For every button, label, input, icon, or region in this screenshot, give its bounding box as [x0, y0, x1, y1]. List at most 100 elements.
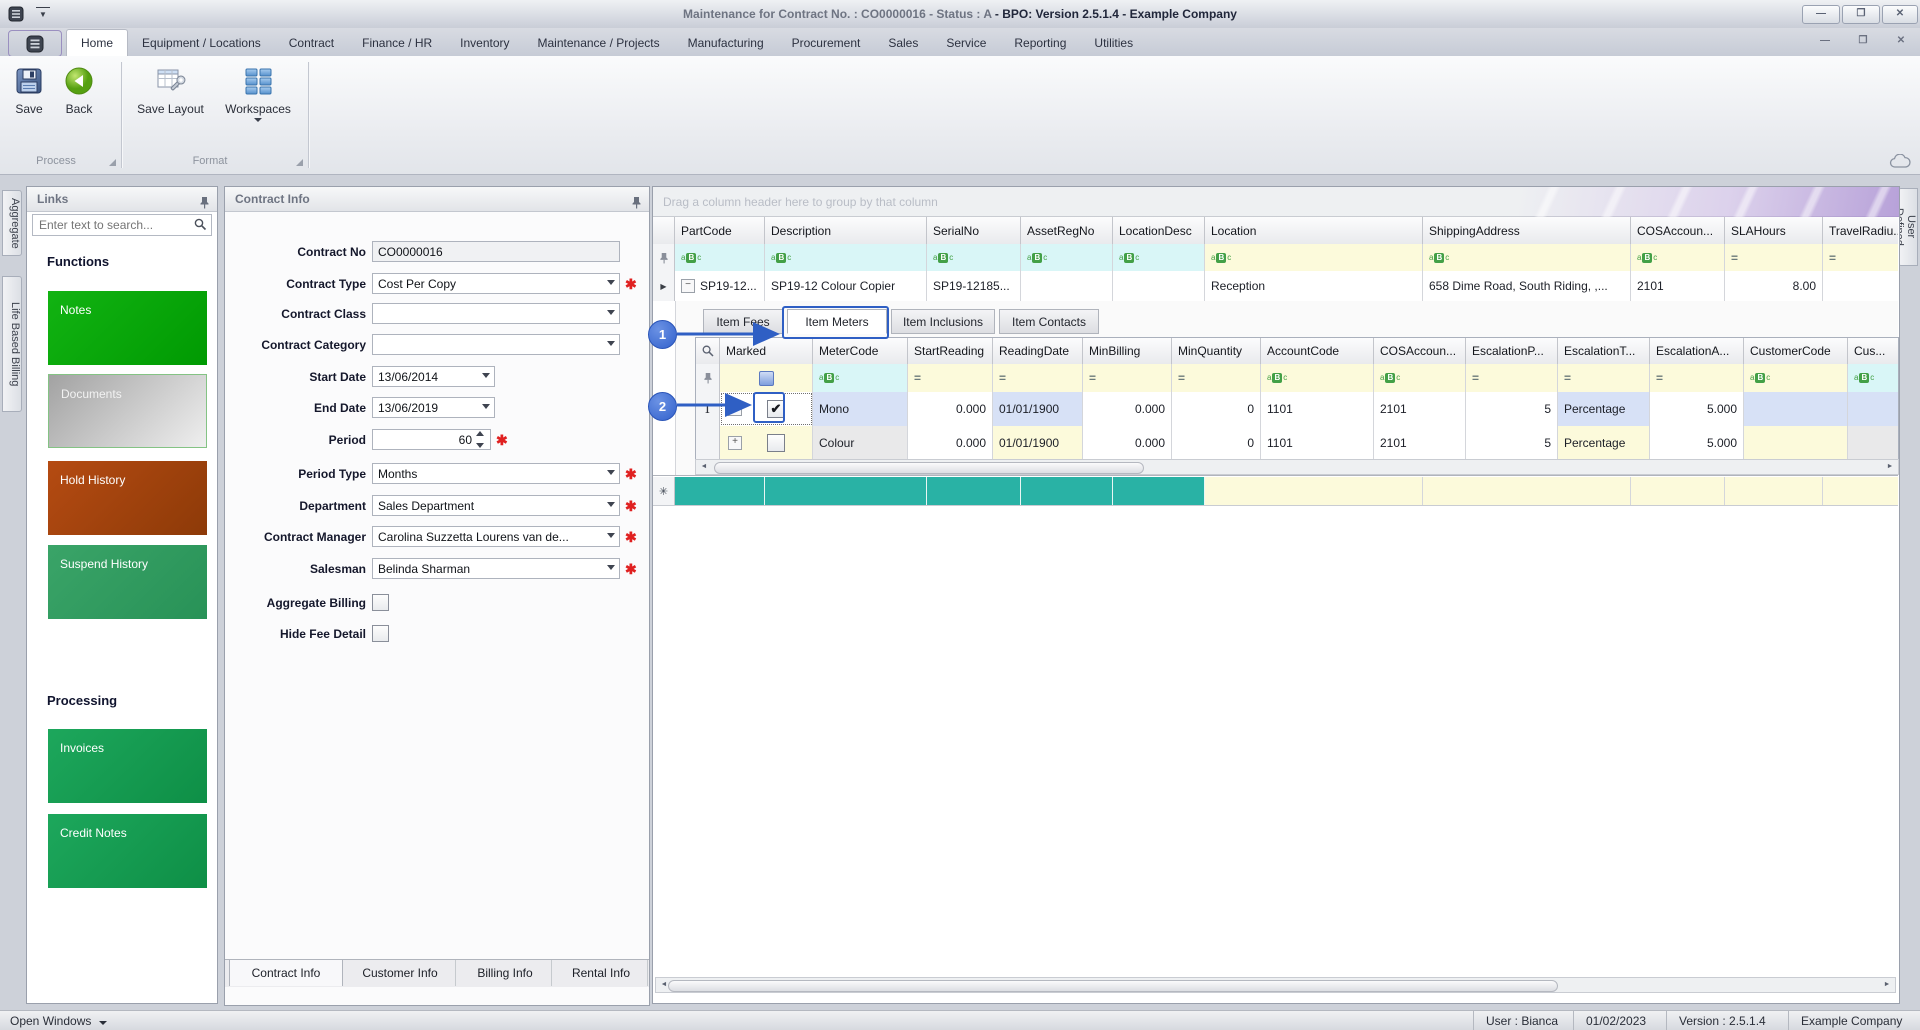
- equals-filter-icon[interactable]: =: [1656, 371, 1663, 385]
- contract-category-field[interactable]: [372, 334, 620, 355]
- subgrid-cell-escalationt-[interactable]: Percentage: [1558, 392, 1650, 426]
- detail-tab-item-fees[interactable]: Item Fees: [703, 309, 783, 334]
- subfilter-cell-escalationt-[interactable]: =: [1558, 364, 1650, 392]
- subfilter-cell-metercode[interactable]: aBc: [813, 364, 908, 392]
- restore-button[interactable]: ❐: [1842, 5, 1880, 24]
- column-header-partcode[interactable]: PartCode: [675, 217, 765, 244]
- subgrid-horizontal-scrollbar[interactable]: ◄ ►: [695, 459, 1899, 475]
- spinner-buttons[interactable]: [476, 431, 488, 448]
- links-search-input[interactable]: [37, 216, 191, 234]
- subgrid-cell-cosaccoun-[interactable]: 2101: [1374, 426, 1466, 460]
- dock-tab-user-defined[interactable]: User Defined: [1893, 188, 1918, 266]
- scroll-right-icon[interactable]: ►: [1883, 461, 1897, 473]
- combo-arrow-icon[interactable]: [607, 470, 615, 475]
- period-type-field[interactable]: Months: [372, 463, 620, 484]
- subfilter-cell-escalationp-[interactable]: =: [1466, 364, 1558, 392]
- group-dialog-launcher-icon[interactable]: [109, 159, 116, 166]
- new-row-cell-partcode[interactable]: [675, 477, 765, 505]
- subfilter-cell-startreading[interactable]: =: [908, 364, 993, 392]
- grid-cell-serialno[interactable]: SP19-12185...: [927, 271, 1021, 301]
- subgrid-cell-startreading[interactable]: 0.000: [908, 426, 993, 460]
- check-filter-icon[interactable]: [758, 370, 774, 386]
- subcolumn-header-accountcode[interactable]: AccountCode: [1261, 338, 1374, 364]
- combo-arrow-icon[interactable]: [607, 310, 615, 315]
- equals-filter-icon[interactable]: =: [1472, 371, 1479, 385]
- subgrid-cell-escalationp-[interactable]: 5: [1466, 392, 1558, 426]
- column-header-description[interactable]: Description: [765, 217, 927, 244]
- mdi-close-icon[interactable]: ✕: [1892, 33, 1910, 49]
- subgrid-cell-accountcode[interactable]: 1101: [1261, 426, 1374, 460]
- text-filter-icon[interactable]: aBc: [771, 252, 791, 263]
- text-filter-icon[interactable]: aBc: [681, 252, 701, 263]
- subgrid-cell-readingdate[interactable]: 01/01/1900: [993, 426, 1083, 460]
- subgrid-cell-minbilling[interactable]: 0.000: [1083, 426, 1172, 460]
- combo-arrow-icon[interactable]: [607, 502, 615, 507]
- hide-fee-detail-checkbox[interactable]: [372, 625, 389, 642]
- subcolumn-header-minquantity[interactable]: MinQuantity: [1172, 338, 1261, 364]
- ribbon-collapse-icon[interactable]: [1888, 153, 1912, 172]
- bottom-tab-rental-info[interactable]: Rental Info: [555, 960, 648, 986]
- subcolumn-header-readingdate[interactable]: ReadingDate: [993, 338, 1083, 364]
- new-row-cell-location[interactable]: [1205, 477, 1423, 505]
- end-date-field[interactable]: 13/06/2019: [372, 397, 495, 418]
- grid-cell-locationdesc[interactable]: [1113, 271, 1205, 301]
- links-button-suspend-history[interactable]: Suspend History: [48, 545, 207, 619]
- equals-filter-icon[interactable]: =: [999, 371, 1006, 385]
- dock-tab-life-based-billing[interactable]: Life Based Billing: [2, 276, 22, 412]
- minimize-button[interactable]: —: [1802, 5, 1840, 24]
- ribbon-tab-sales[interactable]: Sales: [874, 30, 932, 57]
- ribbon-tab-home[interactable]: Home: [66, 29, 129, 56]
- filter-cell-slahours[interactable]: =: [1725, 244, 1823, 271]
- subfilter-cell-accountcode[interactable]: aBc: [1261, 364, 1374, 392]
- grid-data-row[interactable]: ▶ − SP19-12... SP19-12 Colour Copier SP19-12…: [653, 271, 1898, 302]
- subcolumn-header-cus-[interactable]: Cus...: [1848, 338, 1898, 364]
- expand-row-icon[interactable]: +: [728, 402, 742, 416]
- grid-new-item-row[interactable]: ✳: [653, 477, 1898, 506]
- subcolumn-header-minbilling[interactable]: MinBilling: [1083, 338, 1172, 364]
- links-button-notes[interactable]: Notes: [48, 291, 207, 365]
- detail-tab-item-inclusions[interactable]: Item Inclusions: [891, 309, 995, 334]
- subcolumn-header-metercode[interactable]: MeterCode: [813, 338, 908, 364]
- group-by-panel[interactable]: Drag a column header here to group by th…: [653, 187, 1899, 217]
- subgrid-cell-escalationp-[interactable]: 5: [1466, 426, 1558, 460]
- text-filter-icon[interactable]: aBc: [1119, 252, 1139, 263]
- text-filter-icon[interactable]: aBc: [819, 373, 839, 383]
- equals-filter-icon[interactable]: =: [1829, 251, 1836, 265]
- new-row-cell-assetregno[interactable]: [1021, 477, 1113, 505]
- subgrid-cell-readingdate[interactable]: 01/01/1900: [993, 392, 1083, 426]
- subcolumn-header-escalationa-[interactable]: EscalationA...: [1650, 338, 1744, 364]
- combo-arrow-icon[interactable]: [607, 280, 615, 285]
- text-filter-icon[interactable]: aBc: [1211, 252, 1231, 263]
- text-filter-icon[interactable]: aBc: [933, 252, 953, 263]
- marked-checkbox[interactable]: [767, 434, 785, 452]
- new-row-cell-description[interactable]: [765, 477, 927, 505]
- dock-tab-aggregate[interactable]: Aggregate: [2, 190, 22, 256]
- equals-filter-icon[interactable]: =: [1178, 371, 1185, 385]
- subgrid-cell-escalationa-[interactable]: 5.000: [1650, 392, 1744, 426]
- start-date-field[interactable]: 13/06/2014: [372, 366, 495, 387]
- ribbon-tab-contract[interactable]: Contract: [275, 30, 348, 57]
- subgrid-cell-metercode[interactable]: Mono: [813, 392, 908, 426]
- contract-manager-field[interactable]: Carolina Suzzetta Lourens van de...: [372, 526, 620, 547]
- equals-filter-icon[interactable]: =: [1731, 251, 1738, 265]
- subcolumn-header-startreading[interactable]: StartReading: [908, 338, 993, 364]
- links-search-box[interactable]: [32, 214, 212, 236]
- subgrid-cell-accountcode[interactable]: 1101: [1261, 392, 1374, 426]
- grid-horizontal-scrollbar[interactable]: ◄ ►: [655, 977, 1896, 993]
- combo-arrow-icon[interactable]: [482, 404, 490, 409]
- combo-arrow-icon[interactable]: [607, 565, 615, 570]
- subgrid-cell-cus-[interactable]: [1848, 426, 1898, 460]
- open-windows-button[interactable]: Open Windows: [10, 1011, 107, 1030]
- ribbon-tab-maintenance-projects[interactable]: Maintenance / Projects: [524, 30, 674, 57]
- scrollbar-thumb[interactable]: [714, 462, 1144, 474]
- new-row-cell-travelradiu-[interactable]: [1823, 477, 1898, 505]
- department-field[interactable]: Sales Department: [372, 495, 620, 516]
- text-filter-icon[interactable]: aBc: [1429, 252, 1449, 263]
- filter-cell-locationdesc[interactable]: aBc: [1113, 244, 1205, 271]
- combo-arrow-icon[interactable]: [482, 373, 490, 378]
- ribbon-tab-reporting[interactable]: Reporting: [1000, 30, 1080, 57]
- scrollbar-thumb[interactable]: [668, 980, 1558, 992]
- subgrid-cell-metercode[interactable]: Colour: [813, 426, 908, 460]
- links-button-documents[interactable]: Documents: [48, 374, 207, 448]
- period-field[interactable]: 60: [372, 429, 491, 450]
